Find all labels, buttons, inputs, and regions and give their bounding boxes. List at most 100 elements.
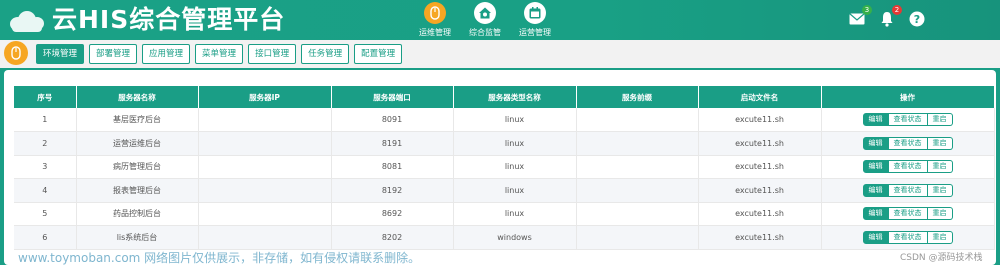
table-row: 3 病历管理后台 8081 linux excute11.sh 编辑 查看状态 重启 [14, 155, 995, 179]
column-header: 启动文件名 [698, 86, 822, 108]
main-content: 序号 服务器名称 服务器IP 服务器端口 服务器类型名称 服务前缀 启动文件名 操作 1 基层医… [4, 70, 996, 265]
topnav-supervision[interactable]: 综合监管 [462, 2, 508, 38]
actions-cell: 编辑 查看状态 重启 [821, 131, 995, 156]
table-cell: 8202 [331, 225, 454, 250]
table-cell: 8192 [331, 178, 454, 203]
edit-button[interactable]: 编辑 [862, 207, 889, 221]
table-cell: 报表管理后台 [76, 178, 199, 203]
table-cell: 8091 [331, 108, 454, 132]
table-row: 4 报表管理后台 8192 linux excute11.sh 编辑 查看状态 重启 [14, 178, 995, 203]
table-cell [198, 155, 332, 179]
topnav-label: 运维管理 [419, 28, 451, 37]
restart-button[interactable]: 重启 [927, 113, 953, 126]
topnav-operations[interactable]: 运营管理 [512, 2, 558, 38]
sub-nav: 环境管理 部署管理 应用管理 菜单管理 接口管理 任务管理 配置管理 [0, 40, 1000, 68]
table-cell [198, 131, 332, 156]
header-actions: 3 2 ? [848, 5, 938, 28]
edit-button[interactable]: 编辑 [862, 183, 889, 197]
table-cell: 药品控制后台 [76, 202, 199, 226]
edit-button[interactable]: 编辑 [862, 113, 889, 126]
table-cell: excute11.sh [698, 202, 822, 226]
restart-button[interactable]: 重启 [927, 160, 953, 174]
restart-button[interactable]: 重启 [927, 230, 953, 244]
table-row: 2 运营运维后台 8191 linux excute11.sh 编辑 查看状态 重启 [14, 131, 995, 156]
view-status-button[interactable]: 查看状态 [888, 160, 928, 174]
cloud-logo-icon [6, 7, 46, 33]
tab-menu[interactable]: 菜单管理 [195, 44, 244, 64]
help-icon[interactable]: ? [908, 10, 926, 28]
edit-button[interactable]: 编辑 [862, 230, 889, 244]
column-header: 服务前缀 [576, 86, 699, 108]
actions-cell: 编辑 查看状态 重启 [821, 178, 995, 203]
edit-button[interactable]: 编辑 [862, 136, 889, 150]
bell-icon[interactable]: 2 [878, 5, 902, 28]
table-cell [198, 202, 332, 226]
mouse-icon [424, 2, 446, 24]
table-row: 1 基层医疗后台 8091 linux excute11.sh 编辑 查看状态 重启 [14, 108, 995, 132]
app-header: 云HIS综合管理平台 运维管理 综合监管 运营管理 3 2 ? [0, 0, 1000, 40]
table-cell [576, 225, 699, 250]
table-cell: 6 [14, 225, 77, 250]
restart-button[interactable]: 重启 [927, 183, 953, 197]
table-cell [576, 178, 699, 203]
server-table: 序号 服务器名称 服务器IP 服务器端口 服务器类型名称 服务前缀 启动文件名 操作 1 基层医… [14, 86, 995, 250]
tab-environment[interactable]: 环境管理 [36, 44, 85, 64]
restart-button[interactable]: 重启 [927, 207, 953, 221]
table-cell [576, 108, 699, 132]
table-cell: lis系统后台 [76, 225, 199, 250]
table-cell: 5 [14, 202, 77, 226]
tab-interface[interactable]: 接口管理 [248, 44, 297, 64]
topnav-label: 综合监管 [469, 28, 501, 37]
table-cell: 病历管理后台 [76, 155, 199, 179]
table-header-row: 序号 服务器名称 服务器IP 服务器端口 服务器类型名称 服务前缀 启动文件名 操作 [14, 86, 995, 108]
topnav-ops[interactable]: 运维管理 [412, 2, 458, 38]
table-row: 6 lis系统后台 8202 windows excute11.sh 编辑 查看状态 重启 [14, 225, 995, 250]
column-header: 服务器类型名称 [453, 86, 577, 108]
tab-task[interactable]: 任务管理 [301, 44, 350, 64]
view-status-button[interactable]: 查看状态 [888, 136, 928, 150]
table-cell [576, 131, 699, 156]
app-title: 云HIS综合管理平台 [52, 5, 286, 34]
table-cell: excute11.sh [698, 178, 822, 203]
view-status-button[interactable]: 查看状态 [888, 207, 928, 221]
tab-config[interactable]: 配置管理 [354, 44, 403, 64]
credit-text: CSDN @源码技术栈 [900, 253, 983, 263]
table-cell: linux [453, 202, 577, 226]
column-header: 服务器IP [198, 86, 332, 108]
table-cell: 8191 [331, 131, 454, 156]
mail-badge: 3 [862, 5, 872, 15]
calendar-icon [524, 2, 546, 24]
table-row: 5 药品控制后台 8692 linux excute11.sh 编辑 查看状态 重启 [14, 202, 995, 226]
table-body: 1 基层医疗后台 8091 linux excute11.sh 编辑 查看状态 重启 2 运营运维… [14, 108, 995, 250]
watermark-text: www.toymoban.com 网络图片仅供展示，非存储，如有侵权请联系删除。 [18, 251, 421, 265]
table-cell: excute11.sh [698, 131, 822, 156]
column-header: 服务器名称 [76, 86, 199, 108]
table-cell: windows [453, 225, 577, 250]
table-cell: 2 [14, 131, 77, 156]
table-cell: linux [453, 178, 577, 203]
column-header: 操作 [821, 86, 995, 108]
table-cell [576, 155, 699, 179]
table-cell: 基层医疗后台 [76, 108, 199, 132]
module-tabs: 环境管理 部署管理 应用管理 菜单管理 接口管理 任务管理 配置管理 [36, 44, 407, 64]
table-cell: linux [453, 155, 577, 179]
brand: 云HIS综合管理平台 [6, 3, 285, 37]
mail-icon[interactable]: 3 [848, 5, 872, 28]
view-status-button[interactable]: 查看状态 [888, 230, 928, 244]
table-cell: 4 [14, 178, 77, 203]
svg-text:?: ? [914, 13, 920, 26]
table-cell: linux [453, 108, 577, 132]
restart-button[interactable]: 重启 [927, 136, 953, 150]
edit-button[interactable]: 编辑 [862, 160, 889, 174]
table-cell: 8692 [331, 202, 454, 226]
mouse-icon [4, 41, 28, 65]
tab-deployment[interactable]: 部署管理 [89, 44, 138, 64]
column-header: 服务器端口 [331, 86, 454, 108]
view-status-button[interactable]: 查看状态 [888, 113, 928, 126]
table-cell: 3 [14, 155, 77, 179]
actions-cell: 编辑 查看状态 重启 [821, 155, 995, 179]
table-cell: excute11.sh [698, 225, 822, 250]
view-status-button[interactable]: 查看状态 [888, 183, 928, 197]
tab-application[interactable]: 应用管理 [142, 44, 191, 64]
column-header: 序号 [14, 86, 77, 108]
